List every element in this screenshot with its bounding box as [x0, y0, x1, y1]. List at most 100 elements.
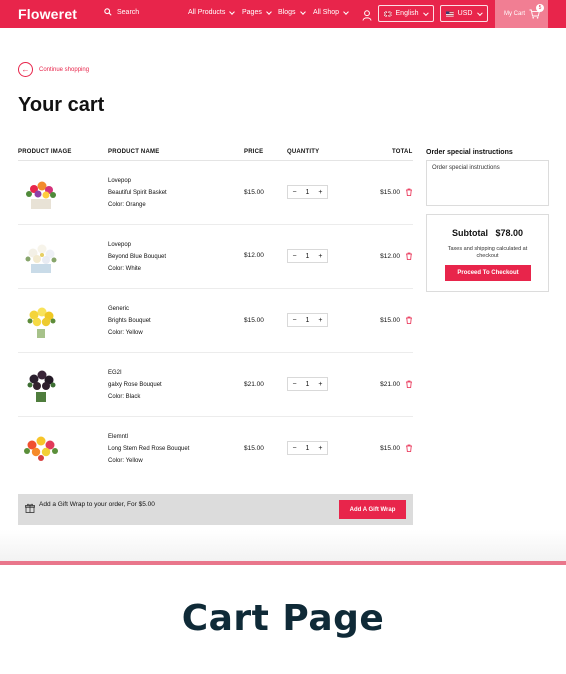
product-variant: Color: Orange: [108, 202, 146, 208]
quantity-stepper[interactable]: − 1 +: [287, 441, 328, 455]
subtotal-line: Subtotal $78.00: [427, 228, 548, 238]
cart-count-badge: 5: [536, 4, 544, 12]
product-image: [25, 244, 57, 273]
cart-row: Lovepop Beyond Blue Bouquet Color: White…: [18, 225, 413, 289]
cart-row: Generic Brights Bouquet Color: Yellow $1…: [18, 289, 413, 353]
quantity-stepper[interactable]: − 1 +: [287, 377, 328, 391]
gift-icon: [25, 503, 35, 513]
trash-icon[interactable]: [405, 252, 413, 260]
nav-pages[interactable]: Pages: [242, 8, 272, 16]
product-name[interactable]: galxy Rose Bouquet: [108, 379, 162, 391]
product-name[interactable]: Beyond Blue Bouquet: [108, 251, 166, 263]
line-total: $12.00: [380, 253, 400, 260]
top-navbar: Floweret Search All Products Pages Blogs…: [0, 0, 566, 28]
nav-all-shop[interactable]: All Shop: [313, 8, 349, 16]
trash-icon[interactable]: [405, 444, 413, 452]
chevron-down-icon: [229, 8, 236, 15]
taxes-note: Taxes and shipping calculated at checkou…: [447, 246, 528, 259]
qty-decrease-button[interactable]: −: [292, 253, 296, 260]
product-price: $15.00: [244, 317, 264, 324]
instructions-title: Order special instructions: [426, 149, 513, 156]
column-header-price: PRICE: [244, 149, 264, 155]
checkout-button[interactable]: Proceed To Checkout: [445, 265, 531, 281]
product-price: $15.00: [244, 445, 264, 452]
qty-increase-button[interactable]: +: [318, 381, 322, 388]
my-cart-button[interactable]: My Cart 5: [495, 0, 548, 28]
user-icon: [362, 10, 372, 21]
logo[interactable]: Floweret: [18, 6, 77, 22]
product-image: [26, 181, 56, 209]
qty-decrease-button[interactable]: −: [292, 317, 296, 324]
qty-decrease-button[interactable]: −: [292, 445, 296, 452]
page-title: Your cart: [18, 94, 105, 116]
chevron-down-icon: [299, 8, 306, 15]
caption-title: Cart Page: [181, 598, 385, 639]
line-total: $15.00: [380, 189, 400, 196]
search-label: Search: [117, 8, 140, 16]
product-name[interactable]: Beautiful Spirit Basket: [108, 187, 167, 199]
search-button[interactable]: Search: [104, 8, 139, 16]
instructions-textarea[interactable]: Order special instructions: [426, 160, 549, 206]
cart-label: My Cart: [504, 11, 525, 17]
product-variant: Color: Yellow: [108, 330, 143, 336]
product-details: Lovepop Beautiful Spirit Basket Color: O…: [108, 175, 167, 211]
qty-increase-button[interactable]: +: [318, 253, 322, 260]
product-variant: Color: Yellow: [108, 458, 143, 464]
qty-increase-button[interactable]: +: [318, 445, 322, 452]
nav-label: Blogs: [278, 9, 296, 16]
qty-value[interactable]: 1: [306, 381, 310, 388]
currency-value: USD: [457, 10, 473, 17]
product-name[interactable]: Long Stem Red Rose Bouquet: [108, 443, 189, 455]
nav-label: All Products: [188, 9, 226, 16]
chevron-down-icon: [266, 8, 272, 15]
trash-icon[interactable]: [405, 380, 413, 388]
product-image: [27, 370, 56, 402]
product-vendor: Generic: [108, 306, 130, 312]
product-variant: Color: White: [108, 266, 142, 272]
nav-label: Pages: [242, 9, 262, 16]
qty-decrease-button[interactable]: −: [292, 189, 296, 196]
search-icon: [104, 8, 112, 16]
product-price: $21.00: [244, 381, 264, 388]
line-total: $21.00: [380, 381, 400, 388]
nav-blogs[interactable]: Blogs: [278, 8, 306, 16]
chevron-down-icon: [477, 9, 483, 16]
qty-value[interactable]: 1: [306, 445, 310, 452]
divider: [0, 561, 566, 565]
add-gift-wrap-button[interactable]: Add A Gift Wrap: [339, 500, 406, 519]
quantity-stepper[interactable]: − 1 +: [287, 249, 328, 263]
qty-increase-button[interactable]: +: [318, 189, 322, 196]
line-total: $15.00: [380, 317, 400, 324]
line-total: $15.00: [380, 445, 400, 452]
nav-all-products[interactable]: All Products: [188, 8, 236, 16]
product-vendor: EG2I: [108, 370, 122, 376]
page-fade: [0, 530, 566, 562]
us-flag-icon: [446, 10, 454, 17]
currency-selector[interactable]: USD: [440, 5, 488, 22]
subtotal-label: Subtotal: [451, 228, 488, 238]
product-vendor: Lovepop: [108, 178, 132, 184]
uk-flag-icon: [384, 10, 392, 17]
column-header-image: PRODUCT IMAGE: [18, 149, 72, 155]
account-button[interactable]: [362, 8, 372, 26]
product-details: Elemntl Long Stem Red Rose Bouquet Color…: [108, 431, 189, 467]
quantity-stepper[interactable]: − 1 +: [287, 313, 328, 327]
cart-row: EG2I galxy Rose Bouquet Color: Black $21…: [18, 353, 413, 417]
qty-increase-button[interactable]: +: [318, 317, 322, 324]
continue-shopping-label: Continue shopping: [39, 66, 90, 73]
trash-icon[interactable]: [405, 188, 413, 196]
column-header-name: PRODUCT NAME: [108, 149, 160, 155]
qty-value[interactable]: 1: [306, 189, 310, 196]
product-vendor: Lovepop: [108, 242, 132, 248]
product-name[interactable]: Brights Bouquet: [108, 315, 151, 327]
continue-shopping-link[interactable]: ← Continue shopping: [18, 62, 89, 77]
trash-icon[interactable]: [405, 316, 413, 324]
qty-decrease-button[interactable]: −: [292, 381, 296, 388]
qty-value[interactable]: 1: [306, 253, 310, 260]
language-selector[interactable]: English: [378, 5, 434, 22]
product-price: $15.00: [244, 189, 264, 196]
quantity-stepper[interactable]: − 1 +: [287, 185, 328, 199]
qty-value[interactable]: 1: [306, 317, 310, 324]
arrow-left-icon: ←: [18, 62, 33, 77]
product-image: [27, 307, 56, 338]
